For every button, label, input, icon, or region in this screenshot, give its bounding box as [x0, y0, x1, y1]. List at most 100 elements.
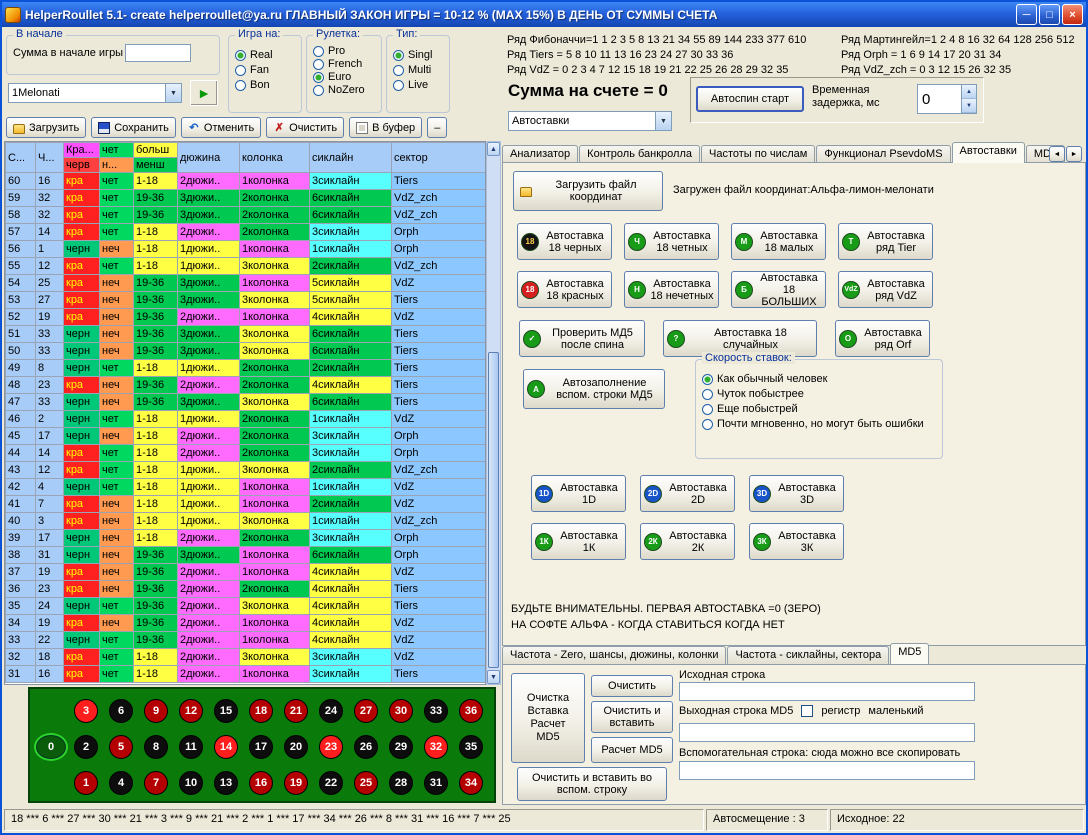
board-number-4[interactable]: 4 — [109, 771, 133, 795]
roulette-option[interactable]: NoZero — [313, 84, 375, 96]
board-number-30[interactable]: 30 — [389, 699, 413, 723]
md5-calc-button[interactable]: Расчет MD5 — [591, 737, 673, 763]
board-number-23[interactable]: 23 — [319, 735, 343, 759]
board-number-2[interactable]: 2 — [74, 735, 98, 759]
tab-Автоставки[interactable]: Автоставки — [952, 142, 1025, 163]
board-number-9[interactable]: 9 — [144, 699, 168, 723]
board-number-3[interactable]: 3 — [74, 699, 98, 723]
board-number-18[interactable]: 18 — [249, 699, 273, 723]
board-number-17[interactable]: 17 — [249, 735, 273, 759]
board-number-11[interactable]: 11 — [179, 735, 203, 759]
board-number-6[interactable]: 6 — [109, 699, 133, 723]
toolbar-button[interactable]: Загрузить — [6, 117, 86, 138]
autobet-button[interactable]: 18Автоставка 18 красных — [517, 271, 612, 308]
board-number-27[interactable]: 27 — [354, 699, 378, 723]
scrollbar-thumb[interactable] — [488, 352, 499, 668]
autobet-button[interactable]: ✓Проверить МД5 после спина — [519, 320, 645, 357]
board-number-32[interactable]: 32 — [424, 735, 448, 759]
tab-scroll-right-icon[interactable]: ► — [1066, 146, 1082, 162]
game-on-option[interactable]: Fan — [235, 64, 295, 76]
speed-option[interactable]: Как обычный человек — [702, 373, 936, 385]
board-number-29[interactable]: 29 — [389, 735, 413, 759]
tab-Частоты по числам[interactable]: Частоты по числам — [701, 145, 815, 163]
start-sum-input[interactable] — [125, 44, 191, 62]
board-number-13[interactable]: 13 — [214, 771, 238, 795]
scroll-up-icon[interactable]: ▲ — [487, 142, 500, 156]
type-option[interactable]: Singl — [393, 49, 443, 61]
tab-scroll-left-icon[interactable]: ◄ — [1049, 146, 1065, 162]
tab-Контроль банкролла[interactable]: Контроль банкролла — [579, 145, 700, 163]
toolbar-button[interactable]: ↶Отменить — [181, 117, 261, 138]
bottom-tab-Частота - сиклайны, сектора[interactable]: Частота - сиклайны, сектора — [727, 646, 889, 664]
speed-option[interactable]: Чуток побыстрее — [702, 388, 936, 400]
board-number-14[interactable]: 14 — [214, 735, 238, 759]
tab-Функционал PsevdoMS[interactable]: Функционал PsevdoMS — [816, 145, 950, 163]
toolbar-button[interactable]: В буфер — [349, 117, 422, 138]
board-number-34[interactable]: 34 — [459, 771, 483, 795]
board-number-31[interactable]: 31 — [424, 771, 448, 795]
chevron-down-icon[interactable]: ▼ — [655, 112, 671, 130]
board-number-24[interactable]: 24 — [319, 699, 343, 723]
aux-string-input[interactable] — [679, 761, 975, 780]
board-number-26[interactable]: 26 — [354, 735, 378, 759]
autobet-button[interactable]: VdZАвтоставка ряд VdZ — [838, 271, 933, 308]
md5-clear-paste-button[interactable]: Очистить и вставить — [591, 701, 673, 733]
autobet-button[interactable]: ЧАвтоставка 18 четных — [624, 223, 719, 260]
board-number-5[interactable]: 5 — [109, 735, 133, 759]
md5-master-button[interactable]: Очистка Вставка Расчет MD5 — [511, 673, 585, 763]
toolbar-button[interactable]: – — [427, 117, 447, 138]
roulette-option[interactable]: Pro — [313, 45, 375, 57]
board-number-16[interactable]: 16 — [249, 771, 273, 795]
game-on-option[interactable]: Bon — [235, 79, 295, 91]
board-number-20[interactable]: 20 — [284, 735, 308, 759]
autobet-button[interactable]: БАвтоставка 18 БОЛЬШИХ — [731, 271, 826, 308]
roulette-option[interactable]: Euro — [313, 71, 375, 83]
game-on-option[interactable]: Real — [235, 49, 295, 61]
autobet-button[interactable]: 3DАвтоставка 3D — [749, 475, 844, 512]
board-number-36[interactable]: 36 — [459, 699, 483, 723]
board-number-10[interactable]: 10 — [179, 771, 203, 795]
type-option[interactable]: Multi — [393, 64, 443, 76]
autobet-button[interactable]: 1DАвтоставка 1D — [531, 475, 626, 512]
board-number-35[interactable]: 35 — [459, 735, 483, 759]
spin-down-icon[interactable]: ▼ — [962, 99, 976, 113]
md5-clear-paste-aux-button[interactable]: Очистить и вставить во вспом. строку — [517, 767, 667, 801]
md5-clear-button[interactable]: Очистить — [591, 675, 673, 697]
autobet-button[interactable]: 18Автоставка 18 черных — [517, 223, 612, 260]
board-number-8[interactable]: 8 — [144, 735, 168, 759]
bottom-tab-Частота - Zero, шансы, дюжины, колонки[interactable]: Частота - Zero, шансы, дюжины, колонки — [502, 646, 726, 664]
board-number-15[interactable]: 15 — [214, 699, 238, 723]
autospin-start-button[interactable]: Автоспин старт — [696, 86, 804, 112]
speed-option[interactable]: Почти мгновенно, но могут быть ошибки — [702, 418, 936, 430]
play-button[interactable]: ► — [190, 80, 218, 106]
table-scrollbar[interactable]: ▲ ▼ — [486, 141, 501, 685]
source-string-input[interactable] — [679, 682, 975, 701]
register-checkbox[interactable] — [801, 705, 813, 717]
board-number-22[interactable]: 22 — [319, 771, 343, 795]
delay-input[interactable] — [918, 85, 961, 113]
profile-select[interactable]: 1Melonati ▼ — [8, 83, 182, 103]
autobet-button[interactable]: 2DАвтоставка 2D — [640, 475, 735, 512]
close-button[interactable]: × — [1062, 4, 1083, 25]
board-number-12[interactable]: 12 — [179, 699, 203, 723]
tab-Анализатор[interactable]: Анализатор — [502, 145, 578, 163]
autobet-button[interactable]: МАвтоставка 18 малых — [731, 223, 826, 260]
autobet-button[interactable]: OАвтоставка ряд Orf — [835, 320, 930, 357]
scroll-down-icon[interactable]: ▼ — [487, 670, 500, 684]
minimize-button[interactable]: ─ — [1016, 4, 1037, 25]
board-number-0[interactable]: 0 — [36, 735, 66, 759]
speed-option[interactable]: Еще побыстрей — [702, 403, 936, 415]
autobet-button[interactable]: НАвтоставка 18 нечетных — [624, 271, 719, 308]
spin-up-icon[interactable]: ▲ — [962, 85, 976, 99]
autobet-button[interactable]: ААвтозаполнение вспом. строки МД5 — [523, 369, 665, 409]
maximize-button[interactable]: □ — [1039, 4, 1060, 25]
autobet-button[interactable]: 2КАвтоставка 2К — [640, 523, 735, 560]
board-number-21[interactable]: 21 — [284, 699, 308, 723]
board-number-33[interactable]: 33 — [424, 699, 448, 723]
autobet-button[interactable]: 1КАвтоставка 1К — [531, 523, 626, 560]
output-string-input[interactable] — [679, 723, 975, 742]
board-number-1[interactable]: 1 — [74, 771, 98, 795]
chevron-down-icon[interactable]: ▼ — [165, 84, 181, 102]
load-coordinates-button[interactable]: Загрузить файл координат — [513, 171, 663, 211]
type-option[interactable]: Live — [393, 79, 443, 91]
